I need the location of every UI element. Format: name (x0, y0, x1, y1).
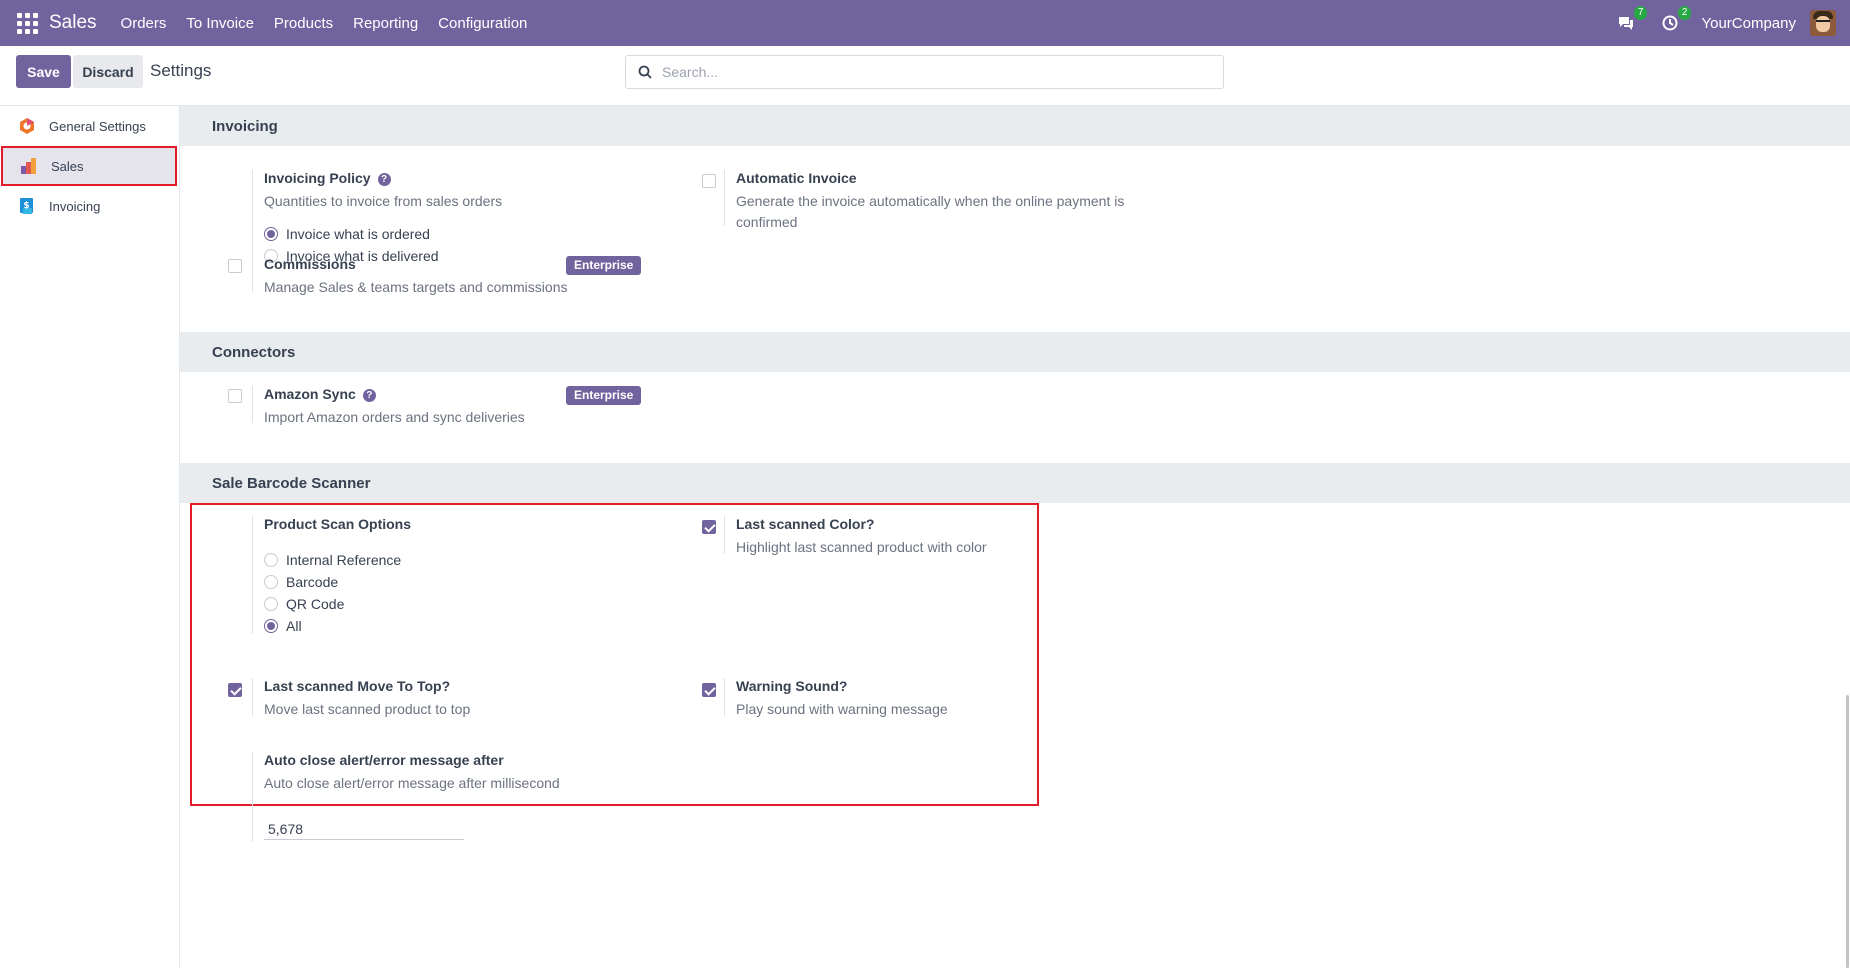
activities-count-badge: 2 (1677, 6, 1692, 20)
setting-last-scanned-color: Last scanned Color? Highlight last scann… (724, 516, 1024, 555)
search-icon (638, 65, 652, 79)
sidebar-item-sales[interactable]: Sales (1, 146, 177, 186)
company-switcher[interactable]: YourCompany (1701, 15, 1796, 32)
radio-qr-code[interactable]: QR Code (264, 596, 344, 612)
setting-automatic-invoice: Automatic Invoice Generate the invoice a… (724, 170, 1144, 230)
radio-invoice-ordered[interactable]: Invoice what is ordered (264, 226, 430, 242)
setting-title: Amazon Sync? (264, 386, 376, 402)
setting-description: Auto close alert/error message after mil… (264, 775, 560, 791)
help-icon[interactable]: ? (362, 389, 376, 402)
menu-to-invoice[interactable]: To Invoice (176, 15, 264, 32)
section-header-invoicing: Invoicing (180, 106, 1850, 146)
setting-warning-sound: Warning Sound? Play sound with warning m… (724, 678, 1024, 717)
setting-description: Highlight last scanned product with colo… (736, 539, 987, 555)
setting-title: Auto close alert/error message after (264, 752, 504, 768)
setting-title: Last scanned Move To Top? (264, 678, 451, 694)
setting-description: Generate the invoice automatically when … (736, 193, 1125, 230)
enterprise-badge[interactable]: Enterprise (566, 256, 642, 275)
amazon-sync-checkbox[interactable] (228, 389, 242, 403)
setting-title: Automatic Invoice (736, 170, 857, 186)
commissions-checkbox[interactable] (228, 259, 242, 273)
menu-orders[interactable]: Orders (111, 15, 177, 32)
app-brand[interactable]: Sales (49, 12, 97, 34)
sidebar-item-general-settings[interactable]: General Settings (0, 106, 178, 146)
setting-title: Commissions (264, 256, 356, 272)
radio-button[interactable] (264, 227, 278, 241)
radio-button[interactable] (264, 597, 278, 611)
page-title: Settings (150, 61, 212, 80)
setting-title: Product Scan Options (264, 516, 412, 532)
discard-button[interactable]: Discard (73, 55, 143, 88)
auto-close-ms-input[interactable] (264, 818, 464, 840)
radio-button[interactable] (264, 553, 278, 567)
settings-sidebar: General Settings Sales $ Invoicing (0, 106, 180, 968)
setting-product-scan-options: Product Scan Options Internal Reference … (252, 516, 652, 634)
radio-button[interactable] (264, 575, 278, 589)
invoicing-icon: $ (17, 196, 37, 216)
sidebar-item-label: Invoicing (49, 198, 101, 214)
activities-clock-icon[interactable]: 2 (1657, 6, 1692, 36)
sidebar-item-label: Sales (51, 158, 84, 174)
setting-description: Manage Sales & teams targets and commiss… (264, 279, 568, 295)
warning-sound-checkbox[interactable] (702, 683, 716, 697)
sidebar-item-invoicing[interactable]: $ Invoicing (0, 186, 178, 226)
automatic-invoice-checkbox[interactable] (702, 174, 716, 188)
setting-description: Play sound with warning message (736, 701, 948, 717)
search-input[interactable] (662, 64, 1202, 80)
section-header-connectors: Connectors (180, 332, 1850, 372)
menu-products[interactable]: Products (264, 15, 343, 32)
messages-icon[interactable]: 7 (1613, 6, 1648, 36)
radio-barcode[interactable]: Barcode (264, 574, 338, 590)
menu-configuration[interactable]: Configuration (428, 15, 537, 32)
setting-auto-close: Auto close alert/error message after Aut… (252, 752, 652, 842)
setting-title: Warning Sound? (736, 678, 848, 694)
top-navbar: Sales Orders To Invoice Products Reporti… (0, 0, 1850, 46)
sales-icon (19, 156, 39, 176)
search-box (625, 55, 1224, 89)
setting-description: Move last scanned product to top (264, 701, 471, 717)
help-icon[interactable]: ? (377, 173, 391, 186)
odoo-icon (17, 116, 37, 136)
setting-last-scanned-move-top: Last scanned Move To Top? Move last scan… (252, 678, 652, 717)
user-avatar[interactable] (1810, 10, 1836, 36)
menu-reporting[interactable]: Reporting (343, 15, 428, 32)
section-header-barcode: Sale Barcode Scanner (180, 463, 1850, 503)
sidebar-item-label: General Settings (49, 118, 146, 134)
radio-all[interactable]: All (264, 618, 302, 634)
content-scrollbar[interactable] (1846, 695, 1849, 968)
setting-description: Quantities to invoice from sales orders (264, 193, 503, 209)
enterprise-badge[interactable]: Enterprise (566, 386, 642, 405)
setting-description: Import Amazon orders and sync deliveries (264, 409, 525, 425)
settings-content: Invoicing Invoicing Policy? Quantities t… (180, 106, 1850, 968)
svg-text:$: $ (23, 201, 29, 211)
last-scanned-move-top-checkbox[interactable] (228, 683, 242, 697)
navbar-systray: 7 2 YourCompany (1613, 0, 1850, 46)
apps-menu-icon[interactable] (14, 10, 40, 36)
control-panel: Save Discard Settings (0, 46, 1850, 106)
setting-title: Invoicing Policy? (264, 170, 391, 186)
last-scanned-color-checkbox[interactable] (702, 520, 716, 534)
setting-title: Last scanned Color? (736, 516, 875, 532)
radio-button[interactable] (264, 619, 278, 633)
radio-internal-reference[interactable]: Internal Reference (264, 552, 401, 568)
save-button[interactable]: Save (16, 55, 71, 88)
messages-count-badge: 7 (1633, 6, 1648, 20)
